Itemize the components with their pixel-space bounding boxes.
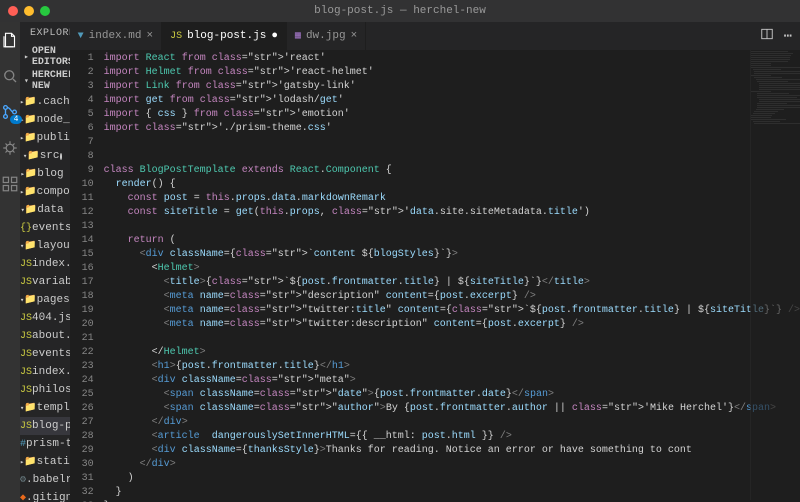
modified-indicator-icon[interactable]: ● xyxy=(271,30,278,42)
tree-item-pages[interactable]: ▾📁pages xyxy=(20,291,70,309)
tree-item-label: templates xyxy=(37,402,70,414)
tree-item-data[interactable]: ▾📁data xyxy=(20,201,70,219)
minimap[interactable] xyxy=(750,50,800,500)
close-tab-icon[interactable]: × xyxy=(351,30,358,42)
tree-item-label: index.js xyxy=(32,366,70,378)
scm-activity-icon[interactable]: 4 xyxy=(0,102,20,122)
tree-item-label: node_modules xyxy=(37,114,70,126)
explorer-activity-icon[interactable] xyxy=(0,30,20,50)
tree-item-src[interactable]: ▾📁src xyxy=(20,147,70,165)
line-gutter: 1234567891011121314151617181920212223242… xyxy=(70,50,104,502)
tree-item-events-js[interactable]: JSevents.js xyxy=(20,345,70,363)
open-editors-label: OPEN EDITORS xyxy=(32,46,70,68)
tree-item-label: prism-theme.css xyxy=(26,438,70,450)
tree-item-components[interactable]: ▸📁components xyxy=(20,183,70,201)
close-tab-icon[interactable]: × xyxy=(146,30,153,42)
tree-item-public[interactable]: ▸📁public xyxy=(20,129,70,147)
tree-item-layouts[interactable]: ▾📁layouts xyxy=(20,237,70,255)
window-title: blog-post.js — herchel-new xyxy=(314,5,486,17)
editor-area: ▼ index.md × JS blog-post.js ● ▦ dw.jpg × ⋯ 1234… xyxy=(70,22,800,502)
split-editor-icon[interactable] xyxy=(760,27,774,45)
modified-indicator-icon xyxy=(60,153,62,160)
debug-activity-icon[interactable] xyxy=(0,138,20,158)
tree-item-label: philosophy.js xyxy=(32,384,70,396)
tree-item-node-modules[interactable]: ▸📁node_modules xyxy=(20,111,70,129)
main-layout: 4 EXPLORER ▸OPEN EDITORS ▾HERCHEL-NEW ▸📁… xyxy=(0,22,800,502)
tab-blog-post-js[interactable]: JS blog-post.js ● xyxy=(162,22,287,50)
tab-bar: ▼ index.md × JS blog-post.js ● ▦ dw.jpg × ⋯ xyxy=(70,22,800,50)
tree-item-label: src xyxy=(40,150,60,162)
tree-item-static[interactable]: ▸📁static xyxy=(20,453,70,471)
tree-item-label: about.js xyxy=(32,330,70,342)
tab-file-icon: JS xyxy=(170,31,182,42)
tree-item-label: events.json xyxy=(32,222,70,234)
tree-item-label: .cache xyxy=(37,96,70,108)
tree-item-404-js[interactable]: JS404.js xyxy=(20,309,70,327)
tree-item-label: variables.js xyxy=(32,276,70,288)
search-activity-icon[interactable] xyxy=(0,66,20,86)
tree-item--gitignore[interactable]: ◆.gitignore xyxy=(20,489,70,502)
tree-item-label: index.js xyxy=(32,258,70,270)
tab-label: blog-post.js xyxy=(187,30,266,42)
tree-item-label: .babelrc xyxy=(26,474,70,486)
tree-item-philosophy-js[interactable]: JSphilosophy.js xyxy=(20,381,70,399)
tree-item-label: blog-post.js xyxy=(32,420,70,432)
title-bar: blog-post.js — herchel-new xyxy=(0,0,800,22)
tree-item-label: public xyxy=(37,132,70,144)
tab-index-md[interactable]: ▼ index.md × xyxy=(70,22,162,50)
tab-file-icon: ▼ xyxy=(78,31,84,42)
tree-item-index-js[interactable]: JSindex.js xyxy=(20,255,70,273)
tree-item-prism-theme-css[interactable]: #prism-theme.css xyxy=(20,435,70,453)
tree-item-label: 404.js xyxy=(32,312,70,324)
project-section[interactable]: ▾HERCHEL-NEW xyxy=(20,69,70,93)
minimize-window-button[interactable] xyxy=(24,6,34,16)
tree-item-about-js[interactable]: JSabout.js xyxy=(20,327,70,345)
code-container: 1234567891011121314151617181920212223242… xyxy=(70,50,800,502)
tree-item-events-json[interactable]: {}events.json xyxy=(20,219,70,237)
activity-bar: 4 xyxy=(0,22,20,502)
tree-item-label: data xyxy=(37,204,63,216)
tree-item-variables-js[interactable]: JSvariables.js xyxy=(20,273,70,291)
tab-actions: ⋯ xyxy=(752,22,800,50)
traffic-lights xyxy=(0,6,50,16)
tree-item-blog[interactable]: ▸📁blog xyxy=(20,165,70,183)
scm-badge: 4 xyxy=(10,115,22,124)
maximize-window-button[interactable] xyxy=(40,6,50,16)
extensions-activity-icon[interactable] xyxy=(0,174,20,194)
tree-item-label: layouts xyxy=(37,240,70,252)
sidebar: EXPLORER ▸OPEN EDITORS ▾HERCHEL-NEW ▸📁.c… xyxy=(20,22,70,502)
tree-item--babelrc[interactable]: ⚙.babelrc xyxy=(20,471,70,489)
tab-file-icon: ▦ xyxy=(295,30,301,42)
close-window-button[interactable] xyxy=(8,6,18,16)
tree-item-label: static xyxy=(37,456,70,468)
tree-item-blog-post-js[interactable]: JSblog-post.js xyxy=(20,417,70,435)
sidebar-title: EXPLORER xyxy=(20,22,70,45)
tree-item-label: components xyxy=(37,186,70,198)
tree-item-templates[interactable]: ▾📁templates xyxy=(20,399,70,417)
code-editor[interactable]: import React from class="str">'react'imp… xyxy=(104,50,800,502)
project-label: HERCHEL-NEW xyxy=(32,70,70,92)
tree-item-label: blog xyxy=(37,168,63,180)
tab-label: index.md xyxy=(89,30,142,42)
open-editors-section[interactable]: ▸OPEN EDITORS xyxy=(20,45,70,69)
tree-item-label: events.js xyxy=(32,348,70,360)
tree-item-label: .gitignore xyxy=(26,492,70,502)
tree-item-label: pages xyxy=(37,294,70,306)
file-tree: ▸📁.cache▸📁node_modules▸📁public▾📁src▸📁blo… xyxy=(20,93,70,502)
tab-dw-jpg[interactable]: ▦ dw.jpg × xyxy=(287,22,366,50)
more-actions-icon[interactable]: ⋯ xyxy=(784,28,792,45)
tree-item--cache[interactable]: ▸📁.cache xyxy=(20,93,70,111)
tab-label: dw.jpg xyxy=(306,30,346,42)
tree-item-index-js[interactable]: JSindex.js xyxy=(20,363,70,381)
